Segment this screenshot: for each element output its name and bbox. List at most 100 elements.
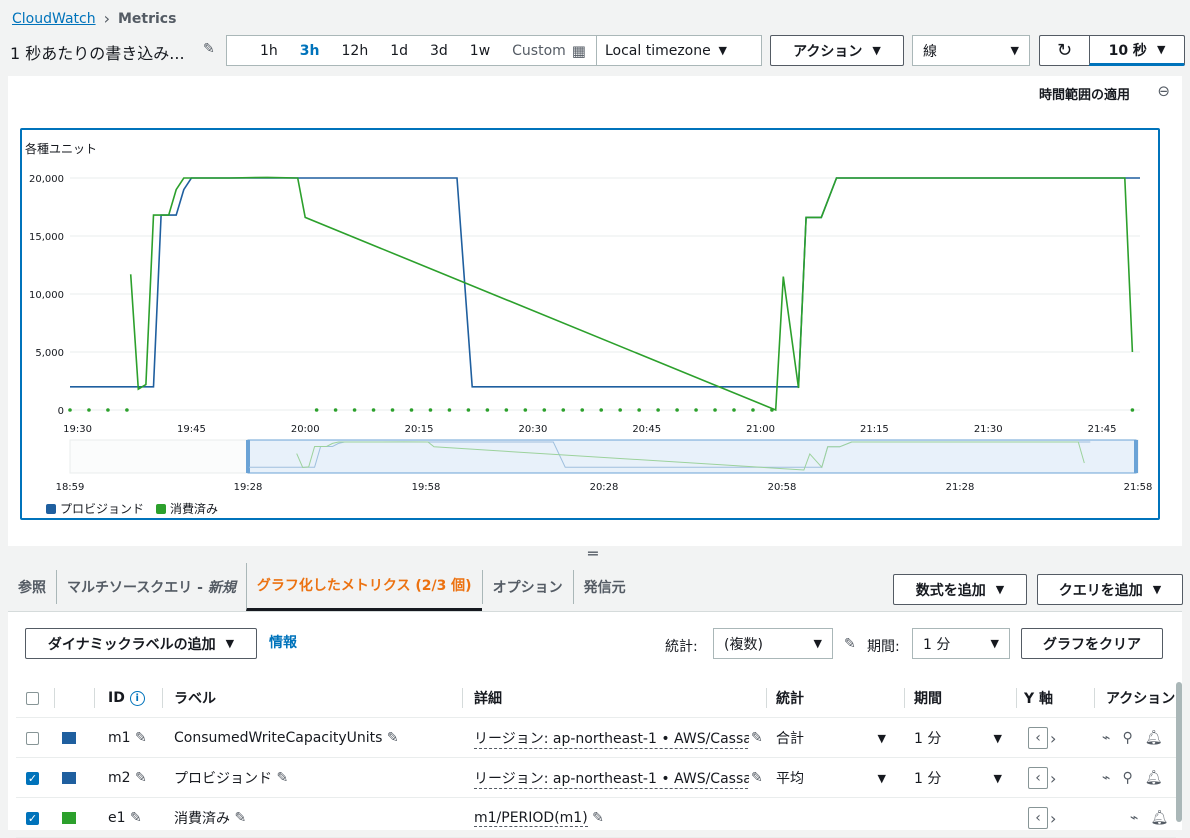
legend-label: プロビジョンド xyxy=(60,502,145,516)
row-checkbox[interactable]: ✓ xyxy=(26,811,39,825)
edit-icon[interactable]: ✎ xyxy=(276,770,288,786)
period-select[interactable]: 1 分 ▼ xyxy=(912,628,1010,659)
row-checkbox[interactable] xyxy=(26,731,39,745)
tab-label: マルチソースクエリ - xyxy=(67,579,203,596)
metrics-chart[interactable]: 各種ユニット 20,00015,00010,0005,0000 19:30 19:… xyxy=(0,0,1190,550)
row-id[interactable]: e1 ✎ xyxy=(108,798,142,838)
navigator-left-handle[interactable] xyxy=(246,440,250,473)
row-label[interactable]: ConsumedWriteCapacityUnits ✎ xyxy=(174,718,399,758)
edit-icon[interactable]: ✎ xyxy=(751,718,763,758)
bell-icon[interactable]: 🔔︎ xyxy=(1145,770,1163,786)
row-period-select[interactable]: 1 分 ▼ xyxy=(914,718,1002,758)
zero-marker xyxy=(314,408,319,412)
x-tick-label: 21:45 xyxy=(1088,424,1117,435)
info-icon[interactable]: i xyxy=(129,690,145,706)
tab-graphed-metrics[interactable]: グラフ化したメトリクス (2/3 個) xyxy=(245,562,482,611)
y-tick-label: 20,000 xyxy=(29,174,64,185)
caret-down-icon: ▼ xyxy=(225,637,235,650)
tab-source[interactable]: 発信元 xyxy=(572,569,636,604)
x-tick-label: 20:15 xyxy=(405,424,434,435)
bell-icon[interactable]: 🔔︎ xyxy=(1145,730,1163,746)
graph-icon[interactable]: ⌁ xyxy=(1130,810,1138,826)
x-tick-label: 20:30 xyxy=(518,424,547,435)
bell-icon[interactable]: 🔔︎ xyxy=(1150,810,1168,826)
add-dynamic-label-button[interactable]: ダイナミックラベルの追加 ▼ xyxy=(25,628,257,659)
tab-browse[interactable]: 参照 xyxy=(8,570,56,604)
zero-marker xyxy=(333,408,338,412)
y-axis-left-icon[interactable]: ‹ xyxy=(1028,767,1048,789)
row-details[interactable]: リージョン: ap-northeast-1 • AWS/Cassar xyxy=(474,758,749,798)
navigator-right-handle[interactable] xyxy=(1134,440,1138,473)
clear-graph-button[interactable]: グラフをクリア xyxy=(1021,628,1163,659)
y-axis-toggle[interactable]: ‹ › xyxy=(1028,758,1056,798)
x-axis-ticks: 19:30 19:45 20:00 20:15 20:30 20:45 21:00 21:15… xyxy=(63,424,1116,435)
row-label-value: 消費済み xyxy=(174,811,230,827)
legend-item-provisioned[interactable]: プロビジョンド xyxy=(46,500,144,517)
tab-label: グラフ化したメトリクス (2/3 個) xyxy=(256,578,472,594)
color-swatch[interactable] xyxy=(62,812,76,824)
row-id[interactable]: m2 ✎ xyxy=(108,758,147,798)
panel-resize-handle[interactable]: ═ xyxy=(588,544,598,563)
tab-label: 参照 xyxy=(18,579,46,596)
col-period[interactable]: 期間 xyxy=(914,678,942,718)
search-icon[interactable]: ⚲ xyxy=(1122,770,1132,786)
edit-icon[interactable]: ✎ xyxy=(135,730,147,746)
y-axis-right-icon[interactable]: › xyxy=(1050,769,1056,788)
row-details-value: m1/PERIOD(m1) xyxy=(474,809,588,827)
row-period-value: 1 分 xyxy=(914,731,942,747)
x-tick-label: 21:00 xyxy=(746,424,775,435)
edit-icon[interactable]: ✎ xyxy=(234,810,246,826)
add-query-button[interactable]: クエリを追加 ▼ xyxy=(1037,574,1183,605)
edit-icon[interactable]: ✎ xyxy=(387,730,399,746)
row-checkbox-cell: ✓ xyxy=(26,758,39,798)
edit-icon[interactable]: ✎ xyxy=(130,810,142,826)
edit-icon[interactable]: ✎ xyxy=(592,810,604,826)
row-id[interactable]: m1 ✎ xyxy=(108,718,147,758)
color-swatch[interactable] xyxy=(62,732,76,744)
y-axis-right-icon[interactable]: › xyxy=(1050,729,1056,748)
zero-marker xyxy=(770,408,774,412)
tab-options[interactable]: オプション xyxy=(481,569,573,604)
y-axis-toggle[interactable]: ‹ › xyxy=(1028,718,1056,758)
row-label[interactable]: 消費済み ✎ xyxy=(174,798,246,838)
col-actions[interactable]: アクション xyxy=(1106,678,1175,718)
y-axis-toggle[interactable]: ‹ › xyxy=(1028,798,1056,838)
row-stat-select[interactable]: 合計 ▼ xyxy=(776,718,886,758)
col-stat[interactable]: 統計 xyxy=(776,678,804,718)
edit-icon[interactable]: ✎ xyxy=(844,636,856,652)
edit-icon[interactable]: ✎ xyxy=(751,758,763,798)
edit-icon[interactable]: ✎ xyxy=(135,770,147,786)
stat-value: (複数) xyxy=(724,636,763,653)
search-icon[interactable]: ⚲ xyxy=(1122,730,1132,746)
row-checkbox[interactable]: ✓ xyxy=(26,771,39,785)
column-divider xyxy=(94,688,95,708)
tab-multi-source-query[interactable]: マルチソースクエリ - 新規 xyxy=(56,569,246,604)
add-math-button[interactable]: 数式を追加 ▼ xyxy=(893,574,1027,605)
row-label[interactable]: プロビジョンド ✎ xyxy=(174,758,288,798)
select-all-checkbox[interactable] xyxy=(26,691,39,705)
stat-select[interactable]: (複数) ▼ xyxy=(713,628,833,659)
row-details[interactable]: リージョン: ap-northeast-1 • AWS/Cassar xyxy=(474,718,749,758)
graph-icon[interactable]: ⌁ xyxy=(1102,730,1110,746)
y-axis-right-icon[interactable]: › xyxy=(1050,809,1056,828)
legend-item-consumed[interactable]: 消費済み xyxy=(156,500,218,517)
zero-marker xyxy=(542,408,547,412)
col-label[interactable]: ラベル xyxy=(174,678,216,718)
row-stat-select[interactable]: 平均 ▼ xyxy=(776,758,886,798)
y-axis-left-icon[interactable]: ‹ xyxy=(1028,727,1048,749)
info-link[interactable]: 情報 xyxy=(269,632,297,652)
col-details[interactable]: 詳細 xyxy=(474,678,502,718)
x-tick-label: 20:45 xyxy=(632,424,661,435)
color-swatch[interactable] xyxy=(62,772,76,784)
navigator-selection[interactable] xyxy=(247,439,1137,474)
caret-down-icon: ▼ xyxy=(877,731,886,745)
row-stat-value: 合計 xyxy=(776,731,804,747)
row-details[interactable]: m1/PERIOD(m1) ✎ xyxy=(474,798,604,838)
col-id[interactable]: ID i xyxy=(108,678,145,718)
y-axis-left-icon[interactable]: ‹ xyxy=(1028,807,1048,829)
col-yaxis[interactable]: Y 軸 xyxy=(1024,678,1053,718)
table-scrollbar[interactable] xyxy=(1176,682,1182,822)
range-navigator[interactable] xyxy=(69,439,1139,474)
graph-icon[interactable]: ⌁ xyxy=(1102,770,1110,786)
row-period-select[interactable]: 1 分 ▼ xyxy=(914,758,1002,798)
